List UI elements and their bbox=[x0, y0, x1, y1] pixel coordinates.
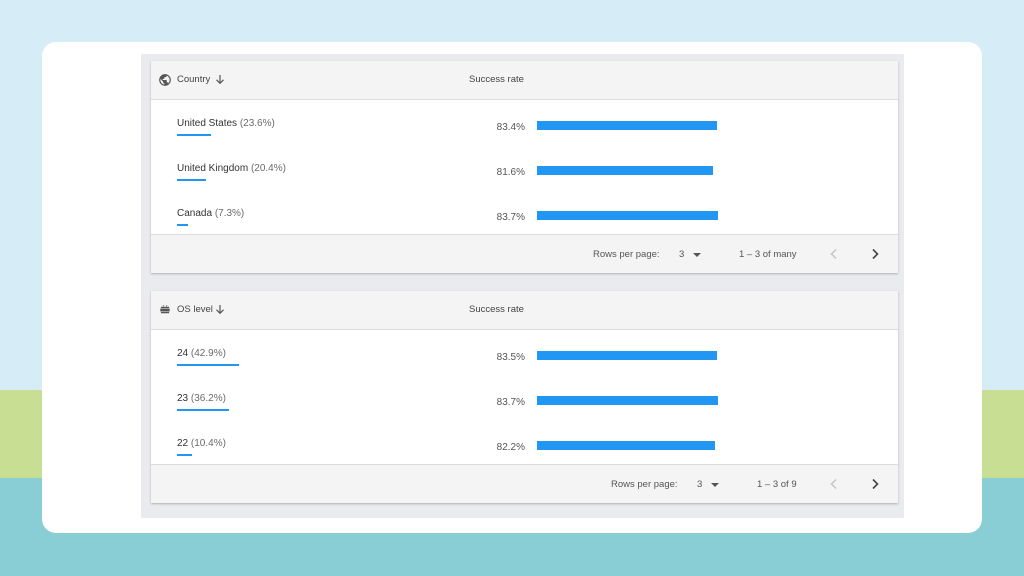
success-rate-value: 83.7% bbox=[496, 212, 525, 223]
caret-down-icon[interactable] bbox=[711, 483, 719, 487]
success-rate-bar bbox=[537, 441, 715, 450]
row-share: (36.2%) bbox=[190, 393, 226, 404]
os-level-table: OS level Success rate 24 (42.9%) 83.5% 2… bbox=[151, 291, 898, 503]
row-label: United States (23.6%) bbox=[177, 118, 275, 129]
row-share: (42.9%) bbox=[190, 348, 226, 359]
globe-icon bbox=[159, 74, 171, 86]
country-table: Country Success rate United States (23.6… bbox=[151, 61, 898, 273]
android-icon bbox=[160, 304, 170, 314]
success-rate-value: 81.6% bbox=[496, 167, 525, 178]
row-name: 24 bbox=[177, 348, 189, 359]
row-name: United Kingdom bbox=[177, 163, 249, 174]
chevron-right-icon[interactable] bbox=[868, 477, 882, 491]
os-level-column-header[interactable]: OS level bbox=[177, 304, 213, 315]
row-label: 23 (36.2%) bbox=[177, 393, 226, 404]
share-indicator-bar bbox=[177, 224, 188, 226]
success-rate-column-header: Success rate bbox=[469, 74, 524, 85]
os-table-header: OS level Success rate bbox=[151, 291, 898, 330]
share-indicator-bar bbox=[177, 179, 207, 181]
row-share: (10.4%) bbox=[190, 438, 226, 449]
table-pagination: Rows per page: 3 1 – 3 of many bbox=[151, 234, 898, 273]
chevron-left-icon[interactable] bbox=[827, 247, 841, 261]
share-indicator-bar bbox=[177, 454, 192, 456]
rows-per-page-select[interactable]: 3 bbox=[679, 249, 684, 260]
success-rate-bar bbox=[537, 211, 718, 220]
row-name: 22 bbox=[177, 438, 189, 449]
country-table-header: Country Success rate bbox=[151, 61, 898, 100]
success-rate-bar bbox=[537, 351, 718, 360]
table-row: United States (23.6%) 83.4% bbox=[151, 105, 898, 150]
table-row: 23 (36.2%) 83.7% bbox=[151, 380, 898, 425]
rows-per-page-label: Rows per page: bbox=[611, 479, 678, 490]
row-name: United States bbox=[177, 118, 238, 129]
success-rate-value: 82.2% bbox=[496, 442, 525, 453]
row-label: Canada (7.3%) bbox=[177, 208, 244, 219]
success-rate-value: 83.5% bbox=[496, 352, 525, 363]
success-rate-value: 83.4% bbox=[496, 122, 525, 133]
row-share: (23.6%) bbox=[239, 118, 275, 129]
row-share: (20.4%) bbox=[250, 163, 286, 174]
table-row: 24 (42.9%) 83.5% bbox=[151, 335, 898, 380]
chevron-right-icon[interactable] bbox=[868, 247, 882, 261]
row-name: Canada bbox=[177, 208, 213, 219]
share-indicator-bar bbox=[177, 134, 211, 136]
pagination-range: 1 – 3 of many bbox=[739, 249, 797, 260]
row-share: (7.3%) bbox=[214, 208, 245, 219]
country-column-header[interactable]: Country bbox=[177, 74, 210, 85]
pagination-range: 1 – 3 of 9 bbox=[757, 479, 797, 490]
row-name: 23 bbox=[177, 393, 189, 404]
row-label: 22 (10.4%) bbox=[177, 438, 226, 449]
row-label: United Kingdom (20.4%) bbox=[177, 163, 286, 174]
success-rate-bar bbox=[537, 396, 718, 405]
share-indicator-bar bbox=[177, 364, 239, 366]
success-rate-bar bbox=[537, 121, 718, 130]
arrow-down-icon[interactable] bbox=[215, 304, 225, 315]
row-label: 24 (42.9%) bbox=[177, 348, 226, 359]
caret-down-icon[interactable] bbox=[693, 253, 701, 257]
share-indicator-bar bbox=[177, 409, 230, 411]
success-rate-value: 83.7% bbox=[496, 397, 525, 408]
screenshot-panel: Country Success rate United States (23.6… bbox=[141, 54, 904, 518]
table-pagination: Rows per page: 3 1 – 3 of 9 bbox=[151, 464, 898, 503]
success-rate-bar bbox=[537, 166, 714, 175]
chevron-left-icon[interactable] bbox=[827, 477, 841, 491]
table-row: United Kingdom (20.4%) 81.6% bbox=[151, 150, 898, 195]
rows-per-page-select[interactable]: 3 bbox=[697, 479, 702, 490]
success-rate-column-header: Success rate bbox=[469, 304, 524, 315]
rows-per-page-label: Rows per page: bbox=[593, 249, 660, 260]
arrow-down-icon[interactable] bbox=[215, 74, 225, 85]
